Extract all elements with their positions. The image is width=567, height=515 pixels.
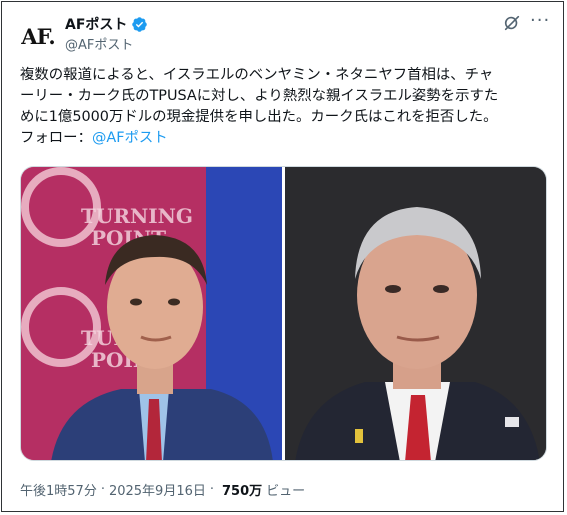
- meta-separator: ·: [100, 482, 105, 497]
- post-text-line: 複数の報道によると、イスラエルのベンヤミン・ネタニヤフ首相は、チャ: [20, 67, 494, 83]
- views-label: ビュー: [266, 484, 306, 499]
- photo-left[interactable]: TURNING POINT TURNING POINT: [21, 167, 282, 460]
- photo-right[interactable]: [284, 167, 546, 460]
- meta-separator: ·: [209, 482, 215, 497]
- post-time[interactable]: 午後1時57分: [20, 480, 97, 499]
- views-count: 750万: [222, 484, 263, 499]
- grok-icon[interactable]: [503, 14, 521, 32]
- more-options-icon[interactable]: ···: [530, 10, 550, 31]
- mention-link[interactable]: @AFポスト: [92, 130, 168, 146]
- avatar[interactable]: AF.: [18, 16, 58, 56]
- photo-left-illustration: TURNING POINT TURNING POINT: [21, 167, 282, 460]
- post-text-line: ーリー・カーク氏のTPUSAに対し、より熱烈な親イスラエル姿勢を示すた: [20, 88, 499, 104]
- display-name[interactable]: AFポスト: [65, 14, 127, 34]
- follow-prefix: フォロー：: [20, 130, 92, 146]
- author-name-row: AFポスト: [65, 14, 148, 34]
- post-meta: 午後1時57分 · 2025年9月16日 · 750万 ビュー: [20, 480, 305, 499]
- follow-line: フォロー：@AFポスト: [20, 128, 555, 149]
- verified-badge-icon: [131, 16, 148, 33]
- handle[interactable]: @AFポスト: [65, 34, 133, 53]
- post-text: 複数の報道によると、イスラエルのベンヤミン・ネタニヤフ首相は、チャ ーリー・カー…: [20, 65, 555, 149]
- sign-text: TURNING: [81, 204, 193, 228]
- post-text-line: めに1億5000万ドルの現金提供を申し出た。カーク氏はこれを拒否した。: [20, 109, 498, 125]
- post-date[interactable]: 2025年9月16日: [109, 480, 206, 499]
- photo-right-illustration: [284, 167, 546, 460]
- media-grid[interactable]: TURNING POINT TURNING POINT: [20, 166, 547, 461]
- post-card: AF. AFポスト @AFポスト ··· 複数の報道によると、イスラエルのベンヤ…: [1, 1, 564, 512]
